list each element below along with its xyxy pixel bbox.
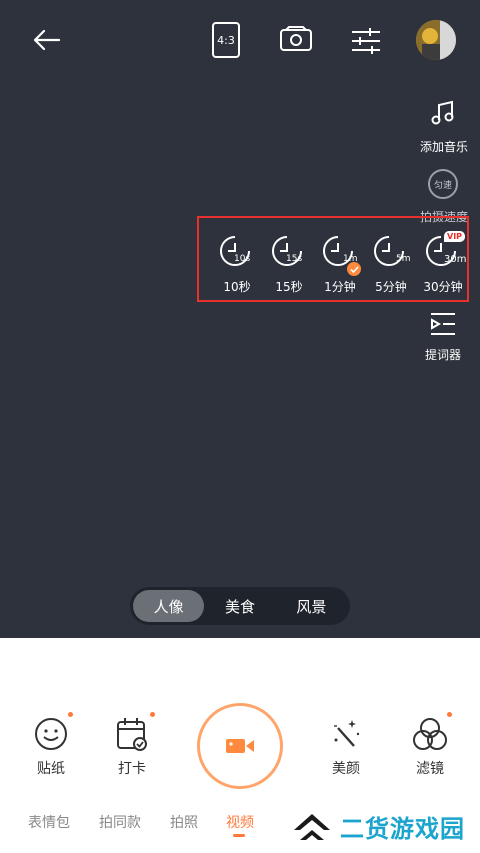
mode-food[interactable]: 美食 [204, 590, 275, 622]
selected-check-icon [347, 262, 361, 276]
camera-switch-button[interactable] [276, 24, 316, 56]
duration-label: 30分钟 [423, 280, 463, 294]
camera-switch-icon [280, 26, 312, 51]
mode-landscape[interactable]: 风景 [276, 590, 347, 622]
calendar-check-icon [117, 718, 147, 751]
speed-badge: 匀速 [433, 180, 452, 191]
new-dot [150, 712, 155, 717]
aspect-ratio-button[interactable]: 4:3 [212, 22, 240, 58]
duration-label: 10秒 [223, 280, 251, 294]
duration-label: 15秒 [275, 280, 303, 294]
sliders-icon [352, 28, 380, 54]
teleprompter-label: 提词器 [424, 348, 461, 362]
beauty-button[interactable]: 美颜 [311, 716, 381, 778]
mode-selector: 人像 美食 风景 [130, 587, 350, 625]
duration-label: 5分钟 [375, 280, 407, 294]
back-button[interactable] [28, 24, 64, 56]
duration-option-5m[interactable]: 5m 5分钟 [366, 232, 416, 296]
active-tab-indicator [233, 834, 245, 837]
checkin-button[interactable]: 打卡 [97, 716, 167, 778]
duration-option-1m[interactable]: 1m 1分钟 [315, 232, 365, 296]
filter-circles-icon [413, 718, 447, 750]
checkin-label: 打卡 [118, 761, 146, 777]
watermark: 二货游戏园 [290, 808, 465, 844]
duration-label: 1分钟 [324, 280, 356, 294]
video-camera-icon [226, 739, 254, 753]
filter-label: 滤镜 [416, 761, 444, 777]
tab-photo[interactable]: 拍照 [170, 812, 198, 832]
music-note-icon [431, 100, 454, 125]
sticker-button[interactable]: 贴纸 [16, 716, 86, 778]
add-music-button[interactable]: 添加音乐 [420, 98, 469, 155]
aspect-ratio-label: 4:3 [217, 33, 235, 47]
duration-option-30m[interactable]: 30m VIP 30分钟 [418, 231, 468, 296]
duration-sub: 5m [396, 254, 411, 264]
avatar[interactable] [416, 20, 456, 60]
watermark-logo-icon [294, 814, 330, 840]
tab-emoji[interactable]: 表情包 [28, 812, 70, 832]
camera-preview[interactable] [0, 0, 480, 638]
duration-option-10s[interactable]: 10s 10秒 [212, 232, 262, 296]
tab-video[interactable]: 视频 [226, 812, 254, 832]
vip-badge: VIP [444, 231, 466, 242]
teleprompter-button[interactable]: 提词器 [420, 310, 466, 363]
duration-option-15s[interactable]: 15s 15秒 [264, 232, 314, 296]
teleprompter-icon [431, 313, 455, 335]
duration-sub: 30m [444, 254, 467, 265]
magic-wand-icon [334, 720, 360, 747]
arrow-left-icon [33, 29, 61, 51]
sticker-label: 贴纸 [37, 761, 65, 777]
settings-button[interactable] [346, 24, 386, 58]
add-music-label: 添加音乐 [420, 140, 469, 154]
mode-portrait[interactable]: 人像 [133, 590, 205, 622]
smiley-icon [35, 718, 67, 750]
beauty-label: 美颜 [332, 761, 360, 777]
filter-button[interactable]: 滤镜 [395, 716, 465, 778]
duration-sub: 15s [286, 254, 303, 264]
record-button[interactable] [197, 703, 283, 789]
watermark-text: 二货游戏园 [340, 814, 465, 843]
tab-same-style[interactable]: 拍同款 [99, 812, 141, 832]
new-dot [68, 712, 73, 717]
new-dot [447, 712, 452, 717]
avatar-image [416, 20, 456, 60]
duration-sub: 10s [234, 254, 251, 264]
